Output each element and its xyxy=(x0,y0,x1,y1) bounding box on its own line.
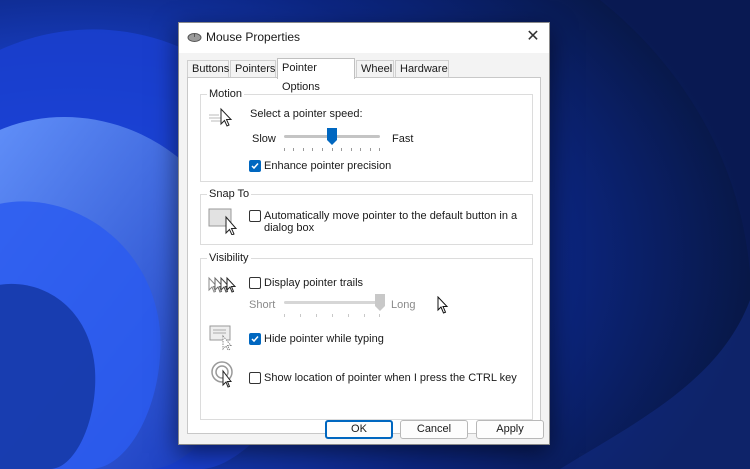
pointer-trails-slider[interactable] xyxy=(284,301,380,304)
pointer-trails-ticks xyxy=(284,314,380,317)
tab-buttons[interactable]: Buttons xyxy=(187,60,229,77)
visibility-group: Visibility Display pointer trails Short … xyxy=(200,251,533,420)
hide-pointer-label: Hide pointer while typing xyxy=(264,333,384,345)
hide-pointer-checkbox[interactable] xyxy=(249,333,261,345)
window-title: Mouse Properties xyxy=(206,30,301,44)
mouse-icon xyxy=(187,32,202,46)
pointer-speed-ticks xyxy=(284,148,380,151)
pointer-location-icon xyxy=(210,360,238,391)
pointer-trails-icon xyxy=(208,275,238,300)
cancel-button[interactable]: Cancel xyxy=(400,420,468,439)
tab-pointer-options[interactable]: Pointer Options xyxy=(277,58,355,93)
motion-group-label: Motion xyxy=(207,87,245,101)
long-label: Long xyxy=(391,299,416,311)
show-location-checkbox[interactable] xyxy=(249,372,261,384)
tab-wheel[interactable]: Wheel xyxy=(356,60,394,77)
mouse-properties-dialog: Mouse Properties ✕ Buttons Pointers Poin… xyxy=(178,22,550,445)
tab-hardware[interactable]: Hardware xyxy=(395,60,449,77)
fast-label: Fast xyxy=(392,133,414,145)
pointer-trails-thumb[interactable] xyxy=(375,294,385,314)
enhance-precision-label: Enhance pointer precision xyxy=(264,160,392,172)
dialog-client-area: Buttons Pointers Pointer Options Wheel H… xyxy=(179,53,549,444)
snap-to-group: Snap To Automatically move pointer to th… xyxy=(200,187,533,245)
pointer-options-page: Motion Select a pointer speed: Slow Fast xyxy=(187,77,541,434)
pointer-speed-thumb[interactable] xyxy=(327,128,337,148)
short-label: Short xyxy=(249,299,276,311)
mouse-cursor-icon xyxy=(437,295,449,317)
tab-pointers[interactable]: Pointers xyxy=(230,60,276,77)
pointer-speed-icon xyxy=(209,107,235,130)
enhance-precision-checkbox[interactable] xyxy=(249,160,261,172)
motion-group: Motion Select a pointer speed: Slow Fast xyxy=(200,87,533,182)
snap-to-group-label: Snap To xyxy=(207,187,252,201)
snap-to-icon xyxy=(208,207,240,238)
snap-to-checkbox[interactable] xyxy=(249,210,261,222)
pointer-speed-label: Select a pointer speed: xyxy=(250,108,363,120)
pointer-trails-label: Display pointer trails xyxy=(264,277,364,289)
title-bar[interactable]: Mouse Properties ✕ xyxy=(179,23,549,53)
show-location-label: Show location of pointer when I press th… xyxy=(264,372,517,384)
snap-to-label-line2: dialog box xyxy=(264,222,315,234)
close-icon[interactable]: ✕ xyxy=(519,24,547,50)
visibility-group-label: Visibility xyxy=(207,251,251,265)
slow-label: Slow xyxy=(252,133,276,145)
ok-button[interactable]: OK xyxy=(325,420,393,439)
apply-button[interactable]: Apply xyxy=(476,420,544,439)
pointer-trails-checkbox[interactable] xyxy=(249,277,261,289)
hide-pointer-icon xyxy=(209,325,237,354)
